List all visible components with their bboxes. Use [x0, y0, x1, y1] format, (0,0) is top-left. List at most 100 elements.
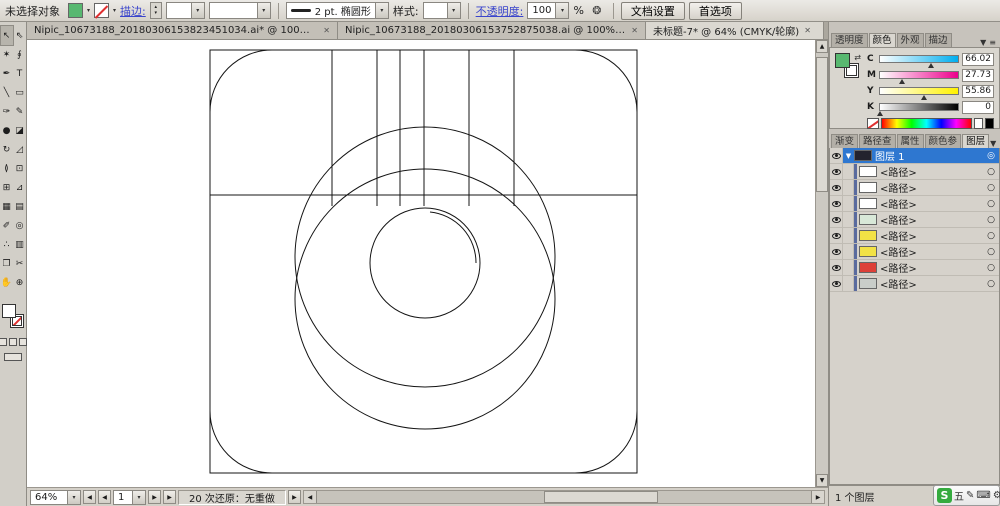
path-name[interactable]: <路径> — [880, 244, 983, 259]
path-name[interactable]: <路径> — [880, 164, 983, 179]
slice-tool[interactable]: ✂ — [14, 254, 26, 273]
target-icon[interactable]: ○ — [987, 167, 995, 177]
blob-brush-tool[interactable]: ● — [1, 121, 13, 140]
path-row-8[interactable]: <路径> ○ — [830, 276, 999, 292]
symbol-sprayer-tool[interactable]: ∴ — [1, 235, 13, 254]
visibility-toggle[interactable] — [830, 180, 843, 195]
tab-color-guide[interactable]: 颜色参 — [925, 134, 962, 148]
target-icon[interactable]: ○ — [987, 199, 995, 209]
stroke-weight-select[interactable]: ▾ — [166, 2, 205, 19]
stroke-link[interactable]: 描边: — [120, 3, 146, 19]
canvas[interactable]: ▲ ▼ — [27, 40, 828, 487]
chevron-down-icon[interactable]: ▾ — [555, 3, 568, 18]
stroke-weight-stepper[interactable]: ▴▾ — [150, 2, 162, 19]
next-page-button[interactable]: ▶ — [148, 490, 161, 504]
scale-tool[interactable]: ◿ — [14, 140, 26, 159]
path-row-6[interactable]: <路径> ○ — [830, 244, 999, 260]
width-profile-select[interactable]: 2 pt. 椭圆形▾ — [286, 2, 389, 19]
screen-mode-button[interactable] — [4, 353, 22, 361]
close-icon[interactable]: ✕ — [323, 26, 330, 35]
recolor-artwork-icon[interactable]: ❂ — [588, 2, 606, 19]
chevron-down-icon[interactable]: ▾ — [447, 3, 460, 18]
pencil-tool[interactable]: ✎ — [14, 102, 26, 121]
target-icon[interactable]: ○ — [987, 183, 995, 193]
pen-tool[interactable]: ✒ — [1, 64, 13, 83]
path-name[interactable]: <路径> — [880, 196, 983, 211]
expand-layer-icon[interactable]: ▼ — [843, 152, 854, 160]
status-display[interactable]: 20 次还原：无重做 — [178, 490, 286, 505]
path-row-2[interactable]: <路径> ○ — [830, 180, 999, 196]
last-page-button[interactable]: ▶ — [163, 490, 176, 504]
ime-mode-toggle[interactable]: 五 — [954, 488, 964, 503]
tab-pathfinder[interactable]: 路径查 — [859, 134, 896, 148]
target-icon[interactable]: ○ — [987, 279, 995, 289]
channel-value[interactable]: 55.86 — [962, 85, 994, 98]
free-transform-tool[interactable]: ⊡ — [14, 159, 26, 178]
lock-toggle[interactable] — [843, 276, 854, 291]
draw-behind-button[interactable] — [9, 338, 17, 346]
panel-menu-icon[interactable]: ≡ — [989, 38, 996, 47]
path-row-4[interactable]: <路径> ○ — [830, 212, 999, 228]
slider-thumb[interactable] — [928, 63, 934, 68]
lock-toggle[interactable] — [843, 260, 854, 275]
path-name[interactable]: <路径> — [880, 212, 983, 227]
fill-color-swatch[interactable] — [68, 3, 83, 18]
first-page-button[interactable]: ◀ — [83, 490, 96, 504]
channel-slider[interactable] — [879, 103, 959, 111]
paintbrush-tool[interactable]: ✑ — [1, 102, 13, 121]
sogou-logo-icon[interactable]: S — [937, 488, 952, 503]
chevron-down-icon[interactable]: ▾ — [191, 3, 204, 18]
stepper-down-icon[interactable]: ▾ — [154, 11, 157, 16]
path-row-5[interactable]: <路径> ○ — [830, 228, 999, 244]
tab-stroke[interactable]: 描边 — [925, 33, 952, 47]
column-graph-tool[interactable]: ▥ — [14, 235, 26, 254]
slider-thumb[interactable] — [921, 95, 927, 100]
target-icon[interactable]: ○ — [987, 215, 995, 225]
tab-color[interactable]: 颜色 — [869, 33, 896, 47]
channel-slider[interactable] — [879, 71, 959, 79]
path-name[interactable]: <路径> — [880, 228, 983, 243]
visibility-toggle[interactable] — [830, 244, 843, 259]
collapse-panel-icon[interactable]: ▼ — [990, 139, 996, 148]
vertical-scroll-thumb[interactable] — [816, 57, 828, 192]
mesh-tool[interactable]: ▦ — [1, 197, 13, 216]
close-icon[interactable]: ✕ — [804, 26, 811, 35]
target-icon[interactable]: ○ — [987, 263, 995, 273]
color-spectrum-bar[interactable] — [881, 118, 972, 129]
horizontal-scroll-track[interactable] — [317, 491, 811, 503]
lock-toggle[interactable] — [843, 164, 854, 179]
visibility-toggle[interactable] — [830, 260, 843, 275]
lock-toggle[interactable] — [843, 212, 854, 227]
stroke-swatch-chevron-icon[interactable]: ▾ — [113, 7, 116, 14]
fill-swatch[interactable] — [835, 53, 850, 68]
none-color-swatch[interactable] — [867, 118, 879, 129]
close-icon[interactable]: ✕ — [631, 26, 638, 35]
visibility-toggle[interactable] — [830, 148, 843, 163]
eraser-tool[interactable]: ◪ — [14, 121, 26, 140]
swap-fill-stroke-icon[interactable]: ⇄ — [854, 53, 861, 62]
chevron-down-icon[interactable]: ▾ — [257, 3, 270, 18]
layer-name[interactable]: 图层 1 — [875, 148, 983, 163]
previous-page-button[interactable]: ◀ — [98, 490, 111, 504]
document-tab-2[interactable]: Nipic_10673188_20180306153752875038.ai @… — [338, 22, 646, 39]
visibility-toggle[interactable] — [830, 164, 843, 179]
vertical-scrollbar[interactable]: ▲ ▼ — [815, 40, 828, 487]
document-tab-1[interactable]: Nipic_10673188_20180306153823451034.ai* … — [27, 22, 338, 39]
opacity-input[interactable]: 100▾ — [527, 2, 569, 19]
lasso-tool[interactable]: ∮ — [14, 45, 26, 64]
slider-thumb[interactable] — [877, 111, 883, 116]
page-select[interactable]: 1 ▾ — [113, 490, 146, 505]
channel-slider[interactable] — [879, 87, 959, 95]
artboard-tool[interactable]: ❐ — [1, 254, 13, 273]
line-segment-tool[interactable]: ╲ — [1, 83, 13, 102]
channel-slider[interactable] — [879, 55, 959, 63]
rotate-tool[interactable]: ↻ — [1, 140, 13, 159]
path-row-1[interactable]: <路径> ○ — [830, 164, 999, 180]
horizontal-scrollbar[interactable]: ◀ ▶ — [303, 490, 825, 504]
scroll-left-button[interactable]: ◀ — [304, 491, 317, 503]
path-name[interactable]: <路径> — [880, 276, 983, 291]
chevron-down-icon[interactable]: ▾ — [375, 3, 388, 18]
tab-transparency[interactable]: 透明度 — [831, 33, 868, 47]
channel-value[interactable]: 0 — [962, 101, 994, 114]
lock-toggle[interactable] — [843, 196, 854, 211]
